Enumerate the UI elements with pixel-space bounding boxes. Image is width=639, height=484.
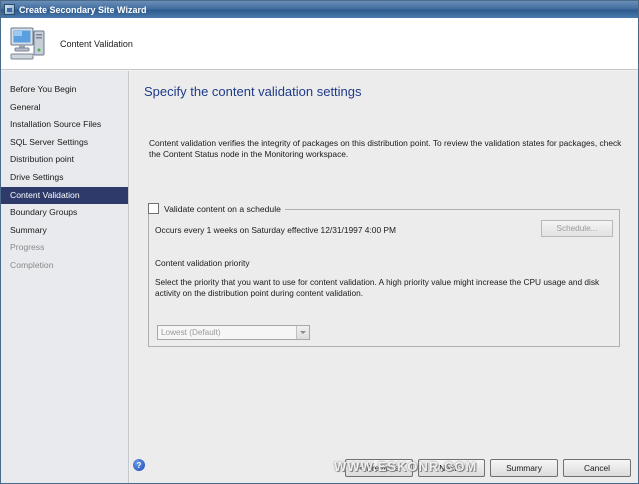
summary-button[interactable]: Summary (490, 459, 558, 477)
schedule-button[interactable]: Schedule... (541, 220, 613, 237)
chevron-down-icon[interactable] (296, 326, 309, 339)
wizard-window: Create Secondary Site Wizard Content Val… (0, 0, 639, 484)
window-title: Create Secondary Site Wizard (19, 4, 147, 15)
content-title: Specify the content validation settings (144, 84, 362, 99)
sidebar-item-distribution-point[interactable]: Distribution point (1, 151, 128, 169)
app-icon (4, 4, 15, 15)
wizard-sidebar: Before You Begin General Installation So… (1, 71, 129, 483)
priority-select[interactable]: Lowest (Default) (157, 325, 310, 340)
sidebar-item-before-you-begin[interactable]: Before You Begin (1, 81, 128, 99)
page-name: Content Validation (60, 38, 133, 49)
watermark: WWW.ESKONR.COM (334, 459, 478, 474)
priority-description: Select the priority that you want to use… (155, 277, 600, 298)
sidebar-item-progress: Progress (10, 242, 45, 253)
sidebar-item-boundary-groups[interactable]: Boundary Groups (1, 204, 128, 222)
sidebar-item-content-validation[interactable]: Content Validation (1, 186, 128, 205)
validate-checkbox-row[interactable]: Validate content on a schedule (148, 203, 285, 214)
priority-select-value: Lowest (Default) (161, 328, 221, 337)
cancel-button[interactable]: Cancel (563, 459, 631, 477)
validate-schedule-label[interactable]: Validate content on a schedule (164, 204, 281, 214)
sidebar-item-summary[interactable]: Summary (1, 222, 128, 240)
sidebar-item-general[interactable]: General (1, 99, 128, 117)
content-description: Content validation verifies the integrit… (149, 138, 622, 159)
validate-schedule-checkbox[interactable] (148, 203, 159, 214)
help-icon[interactable]: ? (133, 459, 145, 471)
validation-groupbox: Validate content on a schedule Occurs ev… (148, 203, 620, 347)
title-bar[interactable]: Create Secondary Site Wizard (1, 1, 638, 18)
wizard-content: Specify the content validation settings … (130, 71, 638, 451)
computer-icon (10, 27, 45, 59)
wizard-header: Content Validation (1, 18, 638, 70)
schedule-description: Occurs every 1 weeks on Saturday effecti… (155, 225, 396, 235)
sidebar-item-sql-server-settings[interactable]: SQL Server Settings (1, 134, 128, 152)
priority-heading: Content validation priority (155, 258, 250, 268)
sidebar-item-installation-source-files[interactable]: Installation Source Files (1, 116, 128, 134)
sidebar-item-completion: Completion (10, 259, 54, 270)
sidebar-item-drive-settings[interactable]: Drive Settings (1, 169, 128, 187)
